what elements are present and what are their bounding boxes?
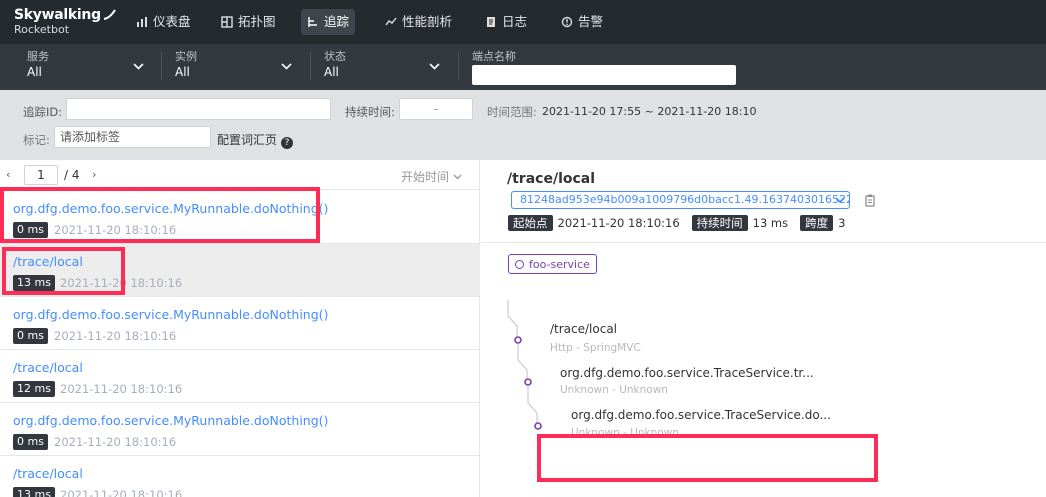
chevron-down-icon <box>133 63 144 70</box>
trace-id-label: 追踪ID: <box>23 105 63 119</box>
service-select[interactable]: 服务 All <box>27 50 152 84</box>
nav-profile-label: 性能剖析 <box>402 14 453 29</box>
nav-log-label: 日志 <box>502 14 528 29</box>
duration-badge: 0 ms <box>13 434 48 450</box>
chevron-down-icon <box>281 63 292 70</box>
trace-row[interactable]: /trace/local 12 ms 2021-11-20 18:10:16 <box>0 350 480 403</box>
page-total: / 4 <box>64 168 80 182</box>
sort-label: 开始时间 <box>400 170 449 184</box>
trace-title: org.dfg.demo.foo.service.MyRunnable.doNo… <box>13 413 329 428</box>
span-node-subtitle: Unknown - Unknown <box>560 384 668 396</box>
logo-sub-text: Rocketbot <box>14 23 70 36</box>
nav-dashboard-label: 仪表盘 <box>153 14 191 29</box>
nav-profile[interactable]: 性能剖析 <box>379 9 458 35</box>
duration-badge: 0 ms <box>13 328 48 344</box>
tags-input[interactable]: 请添加标签 <box>54 126 211 148</box>
config-vocab-label: 配置词汇页 <box>217 133 278 147</box>
chevron-down-icon <box>453 174 462 179</box>
instance-select[interactable]: 实例 All <box>175 50 300 84</box>
logo[interactable]: Skywalking Rocketbot <box>14 7 117 36</box>
duration-badge: 12 ms <box>13 381 55 397</box>
status-select[interactable]: 状态 All <box>324 50 448 84</box>
nav-topology[interactable]: 拓扑图 <box>215 9 282 35</box>
logo-swoosh-icon <box>103 9 116 20</box>
span-node-title[interactable]: /trace/local <box>550 322 617 336</box>
status-select-label: 状态 <box>324 50 346 63</box>
nav-dashboard[interactable]: 仪表盘 <box>130 9 197 35</box>
nav-trace[interactable]: 追踪 <box>301 9 356 35</box>
log-icon <box>487 17 495 27</box>
trace-row[interactable]: org.dfg.demo.foo.service.MyRunnable.doNo… <box>0 297 480 350</box>
trace-title: /trace/local <box>13 360 83 375</box>
time-range-label: 时间范围: <box>487 105 537 119</box>
config-vocab-link[interactable]: 配置词汇页? <box>217 131 294 149</box>
trace-title: org.dfg.demo.foo.service.MyRunnable.doNo… <box>13 307 329 322</box>
span-node-dot <box>524 378 532 386</box>
trace-time: 2021-11-20 18:10:16 <box>54 435 177 449</box>
span-node-title[interactable]: org.dfg.demo.foo.service.TraceService.tr… <box>560 366 814 380</box>
search-bar: 追踪ID: 持续时间: - 时间范围: 2021-11-20 17:55 ~ 2… <box>0 90 1046 160</box>
service-select-label: 服务 <box>27 50 49 63</box>
nav-alarm[interactable]: 告警 <box>555 9 609 35</box>
filter-divider <box>458 52 459 80</box>
span-node-title[interactable]: org.dfg.demo.foo.service.TraceService.do… <box>571 408 831 422</box>
trace-time: 2021-11-20 18:10:16 <box>60 382 183 396</box>
nav-topology-label: 拓扑图 <box>238 14 276 29</box>
trace-row[interactable]: org.dfg.demo.foo.service.MyRunnable.doNo… <box>0 403 480 456</box>
annotation-box <box>537 434 878 482</box>
trace-icon <box>308 17 317 27</box>
page-number-input[interactable]: 1 <box>24 165 58 185</box>
top-nav: Skywalking Rocketbot 仪表盘 拓扑图 追踪 性能剖析 日志 … <box>0 0 1046 44</box>
nav-alarm-label: 告警 <box>578 14 604 29</box>
annotation-box <box>0 187 320 243</box>
sort-select[interactable]: 开始时间 <box>401 168 462 185</box>
duration-label: 持续时间: <box>345 105 395 119</box>
filter-divider <box>310 52 311 80</box>
span-node-dot <box>534 422 542 430</box>
profile-icon <box>385 17 397 26</box>
tags-label: 标记: <box>23 133 50 147</box>
time-range-value[interactable]: 2021-11-20 17:55 ~ 2021-11-20 18:10 <box>542 105 756 118</box>
instance-select-label: 实例 <box>175 50 197 63</box>
pagination: ‹ 1 / 4 › 开始时间 <box>0 160 480 190</box>
endpoint-name-input[interactable] <box>472 65 736 85</box>
trace-time: 2021-11-20 18:10:16 <box>60 488 183 497</box>
alarm-icon <box>561 16 573 28</box>
dashboard-icon <box>137 17 147 27</box>
trace-time: 2021-11-20 18:10:16 <box>54 329 177 343</box>
nav-trace-label: 追踪 <box>324 14 350 29</box>
help-icon[interactable]: ? <box>281 137 294 149</box>
duration-input[interactable]: - <box>399 98 473 120</box>
trace-row[interactable]: /trace/local 13 ms 2021-11-20 18:10:16 <box>0 456 480 497</box>
trace-title: /trace/local <box>13 466 83 481</box>
duration-badge: 13 ms <box>13 487 55 497</box>
trace-id-input[interactable] <box>66 98 331 120</box>
endpoint-filter-label: 端点名称 <box>472 50 516 63</box>
next-page-icon[interactable]: › <box>92 168 96 181</box>
filter-divider <box>161 52 162 80</box>
span-node-subtitle: Http - SpringMVC <box>550 342 641 354</box>
chevron-down-icon <box>429 63 440 70</box>
span-node-dot <box>514 336 522 344</box>
prev-page-icon[interactable]: ‹ <box>6 168 10 181</box>
annotation-box <box>2 247 125 295</box>
topology-icon <box>221 16 233 28</box>
logo-main-text: Skywalking <box>14 7 101 23</box>
nav-log[interactable]: 日志 <box>479 9 533 35</box>
